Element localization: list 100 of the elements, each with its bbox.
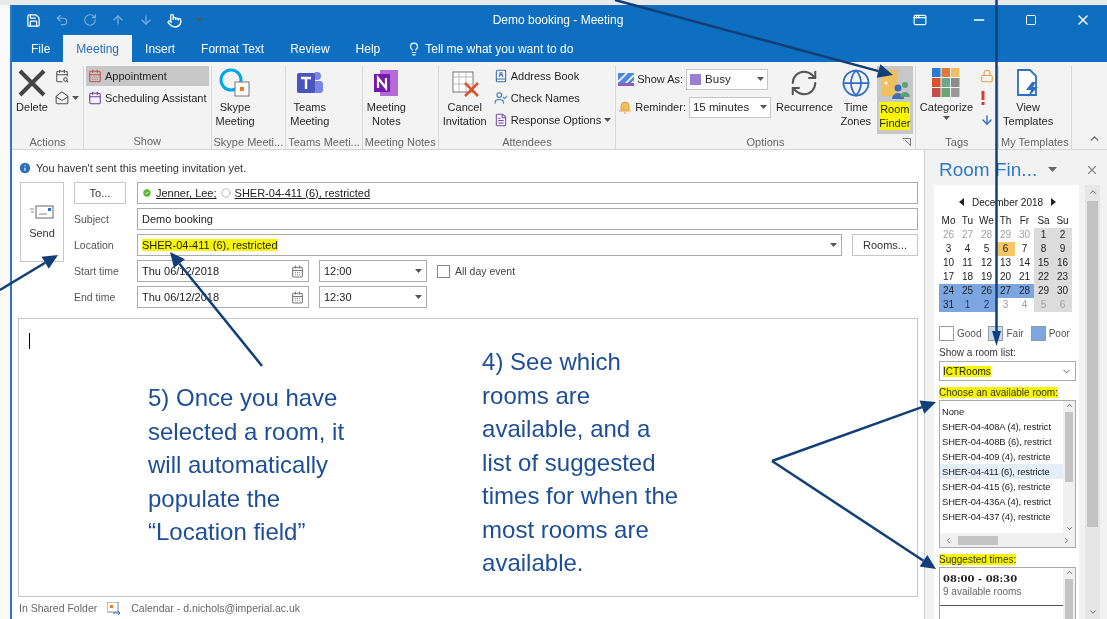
scheduling-assistant-button[interactable]: Scheduling Assistant — [86, 88, 209, 108]
teams-meeting-button[interactable]: Teams Meeting — [288, 66, 332, 134]
calendar-day[interactable]: 31 — [939, 298, 958, 312]
color-grid-icon — [932, 68, 961, 98]
ribbon-tab[interactable]: Format Text — [188, 35, 278, 62]
scroll-down-icon[interactable] — [1087, 607, 1098, 617]
rooms-button[interactable]: Rooms... — [852, 234, 918, 256]
calendar-day[interactable]: 16 — [1053, 256, 1072, 270]
calendar-day[interactable]: 25 — [958, 284, 977, 298]
ribbon-tab[interactable]: Insert — [132, 35, 189, 62]
dialog-launcher-icon[interactable] — [902, 138, 911, 146]
categorize-button[interactable]: Categorize — [917, 66, 976, 134]
calendar-day[interactable]: 1 — [958, 298, 977, 312]
reminder-dropdown[interactable]: 15 minutes — [688, 96, 771, 118]
scroll-right-icon[interactable] — [1062, 535, 1071, 545]
horizontal-scrollbar[interactable] — [940, 533, 1075, 547]
room-item[interactable]: SHER-04-411 (6), restricte — [940, 464, 1063, 479]
calendar-day[interactable]: 3 — [939, 242, 958, 256]
room-item[interactable]: SHER-04-437 (4), restricte — [940, 509, 1063, 524]
room-item[interactable]: SHER-04-409 (4), restricte — [940, 449, 1063, 464]
room-list-dropdown[interactable]: ICTRooms — [939, 361, 1076, 381]
to-field[interactable]: Jenner, Lee; SHER-04-411 (6), restricted — [137, 182, 918, 204]
view-templates-button[interactable]: View Templates — [1001, 66, 1056, 134]
calendar-day[interactable]: 22 — [1034, 270, 1053, 284]
message-body[interactable]: 5) Once you have selected a room, it will automatically populate the “Location field” 4) See which rooms are available, and a list of suggested times for when the most rooms are available. — [18, 318, 918, 597]
calendar-day[interactable]: 20 — [996, 270, 1015, 284]
delete-button[interactable]: Delete — [14, 66, 50, 134]
send-button[interactable]: Send — [20, 182, 64, 262]
next-month-icon[interactable] — [1051, 198, 1057, 206]
ribbon-tab[interactable]: Meeting — [63, 35, 133, 62]
calendar-day[interactable]: 12 — [977, 256, 996, 270]
appointment-button[interactable]: Appointment — [86, 66, 209, 86]
calendar-day[interactable]: 29 — [1034, 284, 1053, 298]
recurrence-button[interactable]: Recurrence — [773, 66, 835, 134]
calendar-day[interactable]: 2 — [1053, 228, 1072, 242]
calendar-day[interactable]: 23 — [1053, 270, 1072, 284]
meeting-notes-button[interactable]: Meeting Notes — [364, 66, 408, 134]
calendar-day[interactable]: 28 — [1015, 284, 1034, 298]
room-item[interactable]: None — [940, 404, 1063, 419]
envelope-icon — [55, 91, 69, 105]
response-options-button[interactable]: Response Options — [491, 110, 614, 130]
subject-field[interactable]: Demo booking — [137, 208, 918, 230]
calendar-day[interactable]: 15 — [1034, 256, 1053, 270]
field-label: End time — [74, 291, 117, 303]
calendar-day[interactable]: 9 — [1053, 242, 1072, 256]
calendar-day[interactable]: 11 — [958, 256, 977, 270]
room-item[interactable]: SHER-04-415 (6), restricte — [940, 479, 1063, 494]
calendar-day[interactable]: 1 — [1034, 228, 1053, 242]
scrollbar[interactable] — [1063, 401, 1075, 533]
scroll-up-icon[interactable] — [1087, 187, 1098, 197]
undo-icon[interactable] — [55, 13, 69, 27]
scrollbar[interactable] — [1085, 185, 1100, 619]
caret-icon — [942, 116, 950, 120]
window-title: Demo booking - Meeting — [491, 13, 625, 27]
save-icon[interactable] — [26, 12, 41, 28]
calendar-day[interactable]: 17 — [939, 270, 958, 284]
time-dropdown[interactable]: 12:00 — [319, 260, 427, 282]
time-zones-button[interactable]: Time Zones — [837, 66, 874, 134]
show-as-dropdown[interactable]: Busy — [686, 68, 769, 90]
calendar-day[interactable]: 24 — [939, 284, 958, 298]
scroll-left-icon[interactable] — [944, 535, 953, 545]
calendar-day[interactable]: 14 — [1015, 256, 1034, 270]
dropdown-icon[interactable] — [1048, 167, 1057, 172]
cancel-invitation-button[interactable]: Cancel Invitation — [440, 66, 489, 134]
calendar-day[interactable]: 7 — [1015, 242, 1034, 256]
room-item[interactable]: SHER-04-408A (4), restrict — [940, 419, 1063, 434]
to-button[interactable]: To... — [74, 182, 126, 204]
previous-month-icon[interactable] — [958, 198, 964, 206]
ribbon-tab[interactable]: Help — [342, 35, 394, 62]
touch-mode-icon[interactable] — [167, 12, 182, 28]
recipient-name[interactable]: Jenner, Lee; — [156, 187, 217, 199]
ribbon-display-icon[interactable] — [913, 13, 927, 27]
calendar-day[interactable]: 4 — [958, 242, 977, 256]
calendar-day[interactable]: 8 — [1034, 242, 1053, 256]
up-arrow-icon[interactable] — [111, 13, 125, 27]
redo-icon[interactable] — [83, 13, 97, 27]
calendar-day[interactable]: 5 — [977, 242, 996, 256]
time-dropdown[interactable]: 12:30 — [319, 286, 427, 308]
scrollbar[interactable] — [1063, 568, 1075, 619]
maximize-icon[interactable] — [1025, 14, 1037, 26]
calendar-day[interactable]: 30 — [1053, 284, 1072, 298]
address-book-button[interactable]: Address Book — [491, 66, 614, 86]
checkbox[interactable] — [437, 264, 450, 278]
check-names-button[interactable]: Check Names — [491, 88, 614, 108]
location-field[interactable]: SHER-04-411 (6), restricted — [137, 234, 842, 256]
calendar-day[interactable]: 18 — [958, 270, 977, 284]
calendar-day[interactable]: 19 — [977, 270, 996, 284]
scroll-up-icon[interactable] — [1064, 401, 1074, 410]
ribbon-tab[interactable]: File — [18, 35, 64, 62]
skype-meeting-button[interactable]: Skype Meeting — [213, 66, 257, 134]
scroll-down-icon[interactable] — [1064, 524, 1074, 533]
calendar-day[interactable]: 10 — [939, 256, 958, 270]
ribbon-tab[interactable]: Review — [277, 35, 343, 62]
recipient-name[interactable]: SHER-04-411 (6), restricted — [234, 187, 371, 199]
room-item[interactable]: SHER-04-436A (4), restrict — [940, 494, 1063, 509]
calendar-day[interactable]: 13 — [996, 256, 1015, 270]
calendar-day[interactable]: 21 — [1015, 270, 1034, 284]
scroll-up-icon[interactable] — [1064, 568, 1074, 577]
tell-me-search[interactable]: Tell me what you want to do — [401, 35, 580, 62]
room-item[interactable]: SHER-04-408B (6), restrict — [940, 434, 1063, 449]
